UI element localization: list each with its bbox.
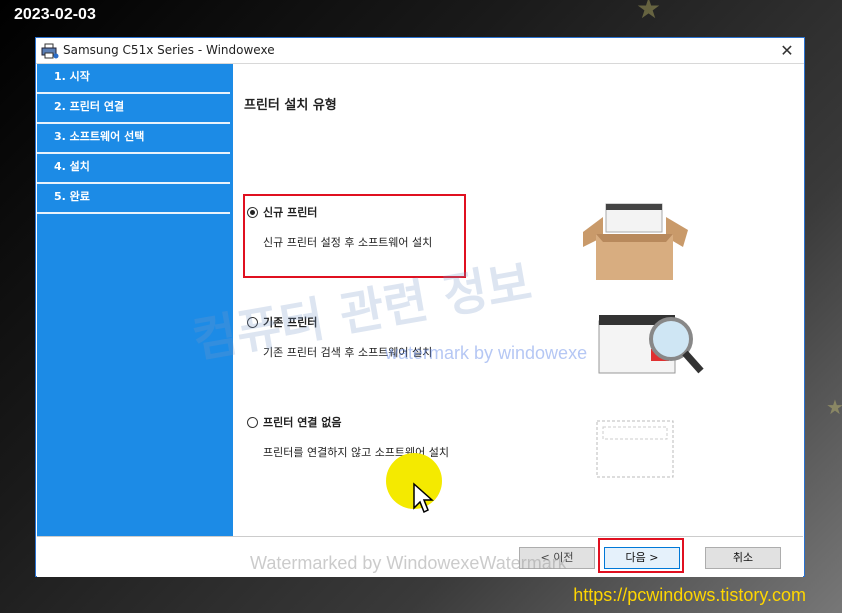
next-button[interactable]: 다음 > (604, 547, 680, 569)
printer-app-icon (41, 43, 59, 59)
sidebar-step-start: 1. 시작 (37, 64, 230, 94)
sidebar-step-printer-connection: 2. 프린터 연결 (37, 94, 230, 124)
sidebar-step-complete: 5. 완료 (37, 184, 230, 214)
close-icon[interactable]: ✕ (770, 38, 804, 63)
option-label: 프린터 연결 없음 (263, 416, 342, 429)
page-title: 프린터 설치 유형 (244, 98, 337, 113)
date-stamp: 2023-02-03 (14, 6, 96, 23)
star-decoration: ★ (826, 395, 842, 419)
new-printer-radio[interactable] (247, 206, 258, 218)
no-printer-radio[interactable] (247, 416, 258, 428)
cancel-button[interactable]: 취소 (705, 547, 781, 569)
watermark-small: watermark by windowexe (385, 343, 588, 363)
printer-search-image (598, 315, 704, 374)
option-description: 신규 프린터 설정 후 소프트웨어 설치 (263, 236, 433, 249)
printer-placeholder-image (596, 420, 674, 478)
printer-in-box-image (583, 203, 688, 280)
sidebar-step-software-selection: 3. 소프트웨어 선택 (37, 124, 230, 154)
sidebar-step-install: 4. 설치 (37, 154, 230, 184)
site-url: https://pcwindows.tistory.com (573, 585, 806, 605)
option-label: 신규 프린터 (263, 206, 318, 219)
option-new-printer[interactable]: 신규 프린터 신규 프린터 설정 후 소프트웨어 설치 (247, 204, 432, 250)
window-title: Samsung C51x Series - Windowexe (63, 43, 275, 57)
star-decoration: ★ (636, 0, 662, 25)
title-bar: Samsung C51x Series - Windowexe ✕ (36, 38, 804, 64)
mouse-cursor-icon (413, 482, 434, 514)
watermark-bottom: Watermarked by WindowexeWatermark (250, 553, 567, 573)
